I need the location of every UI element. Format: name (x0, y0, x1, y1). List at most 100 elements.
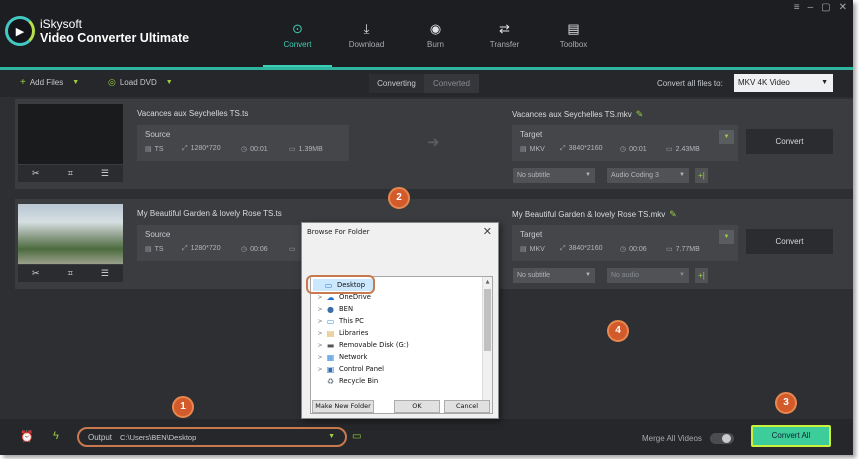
output-format-value: MKV 4K Video (738, 78, 790, 87)
target-info: Target ▤ MKV ⤢ 3840*2160 ◷ 00:01 ▭ 2.43MB ▼ (512, 125, 738, 161)
tab-label: Transfer (489, 40, 520, 49)
effects-icon[interactable]: ☰ (101, 268, 109, 279)
chevron-down-icon[interactable]: ▼ (72, 79, 79, 86)
tree-item-removable-disk[interactable]: > ▬ Removable Disk (G:) (315, 339, 408, 351)
status-toggle: Converting Converted (369, 74, 479, 93)
folder-icon: ▭ (666, 146, 673, 153)
audio-select[interactable]: Audio Coding 3 ▼ (607, 168, 689, 183)
source-title: My Beautiful Garden & lovely Rose TS.ts (137, 209, 282, 218)
video-thumbnail[interactable] (18, 204, 123, 264)
network-icon: ▦ (326, 352, 335, 362)
add-subtitle-icon[interactable]: +| (695, 168, 708, 183)
effects-icon[interactable]: ☰ (101, 168, 109, 179)
convert-all-button[interactable]: Convert All (751, 425, 831, 447)
video-thumbnail[interactable] (18, 104, 123, 164)
resolution-icon: ⤢ (182, 245, 188, 252)
user-icon: ● (327, 304, 334, 314)
folder-tree: ▭ Desktop > ☁ OneDrive > ● BEN > ▭ This … (310, 276, 493, 414)
pc-icon: ▭ (326, 316, 335, 326)
load-dvd-button[interactable]: ◎ Load DVD ▼ (108, 77, 173, 88)
alarm-clock-icon[interactable]: ⏰ (20, 430, 34, 443)
merge-all-label: Merge All Videos (642, 434, 702, 443)
trim-icon[interactable]: ✂ (32, 268, 40, 279)
tree-item-label: This PC (339, 317, 364, 325)
convert-button[interactable]: Convert (746, 129, 833, 154)
trim-icon[interactable]: ✂ (32, 168, 40, 179)
source-size: 1.39MB (298, 146, 323, 153)
tab-converted[interactable]: Converted (424, 74, 479, 93)
source-label: Source (145, 230, 171, 239)
add-files-label: Add Files (29, 78, 64, 87)
tree-item-this-pc[interactable]: > ▭ This PC (315, 315, 364, 327)
tab-burn[interactable]: ◉ Burn (401, 0, 470, 67)
target-format: MKV (529, 246, 545, 253)
crop-icon[interactable]: ⌗ (68, 268, 73, 279)
resolution-icon: ⤢ (560, 245, 566, 252)
tree-item-ben[interactable]: > ● BEN (315, 303, 353, 315)
tree-item-control-panel[interactable]: > ▣ Control Panel (315, 363, 384, 375)
chevron-down-icon[interactable]: ▼ (166, 79, 173, 86)
tab-convert[interactable]: ⊙ Convert (263, 0, 332, 67)
make-new-folder-button[interactable]: Make New Folder (312, 400, 374, 413)
expander-icon[interactable]: > (315, 354, 325, 361)
source-title: Vacances aux Seychelles TS.ts (137, 109, 249, 118)
edit-icon[interactable]: ✎ (669, 209, 677, 219)
edit-icon[interactable]: ✎ (636, 109, 644, 119)
tree-item-label: Network (339, 353, 368, 361)
tab-toolbox[interactable]: ▤ Toolbox (539, 0, 608, 67)
scroll-up-icon[interactable]: ▲ (483, 277, 492, 287)
audio-value: No audio (611, 272, 640, 279)
scrollbar-thumb[interactable] (484, 289, 491, 351)
crop-icon[interactable]: ⌗ (68, 168, 73, 179)
tree-scrollbar[interactable]: ▲ ▼ (482, 277, 492, 413)
expander-icon[interactable]: > (315, 318, 325, 325)
transfer-icon: ⇄ (499, 21, 510, 36)
open-folder-icon[interactable]: ▭ (352, 431, 361, 442)
target-resolution: 3840*2160 (568, 145, 603, 152)
ok-button[interactable]: OK (394, 400, 440, 413)
tab-download[interactable]: ⤓ Download (332, 0, 401, 67)
subtitle-select[interactable]: No subtitle ▼ (513, 268, 595, 283)
cancel-button[interactable]: Cancel (444, 400, 490, 413)
brand-name: iSkysoft (40, 17, 83, 31)
chevron-down-icon[interactable]: ▼ (328, 433, 335, 440)
audio-select[interactable]: No audio ▼ (607, 268, 689, 283)
control-panel-icon: ▣ (326, 364, 335, 374)
subtitle-select[interactable]: No subtitle ▼ (513, 168, 595, 183)
add-files-button[interactable]: + Add Files ▼ (20, 77, 79, 88)
target-settings-dropdown[interactable]: ▼ (719, 230, 734, 244)
output-format-select[interactable]: MKV 4K Video ▼ (734, 74, 833, 92)
target-settings-dropdown[interactable]: ▼ (719, 130, 734, 144)
expander-icon[interactable]: > (315, 330, 325, 337)
tree-item-recycle-bin[interactable]: ♻ Recycle Bin (315, 375, 378, 387)
lightning-icon[interactable]: ϟ (53, 430, 59, 442)
tree-item-libraries[interactable]: > ▤ Libraries (315, 327, 368, 339)
expander-icon[interactable]: > (315, 342, 325, 349)
minimize-icon[interactable]: – (808, 2, 814, 13)
desktop-highlight-ring (306, 275, 375, 294)
convert-button[interactable]: Convert (746, 229, 833, 254)
chevron-down-icon: ▼ (679, 172, 685, 178)
expander-icon[interactable]: > (315, 294, 325, 301)
disk-icon: ▬ (326, 340, 335, 350)
target-title-wrap: My Beautiful Garden & lovely Rose TS.mkv… (512, 209, 677, 220)
maximize-icon[interactable]: ▢ (821, 2, 830, 13)
tab-transfer[interactable]: ⇄ Transfer (470, 0, 539, 67)
output-path[interactable]: C:\Users\BEN\Desktop (120, 433, 196, 442)
expander-icon[interactable]: > (315, 306, 325, 313)
subtitle-value: No subtitle (517, 272, 551, 279)
target-duration: 00:01 (629, 146, 647, 153)
source-duration: 00:01 (250, 146, 268, 153)
tab-converting[interactable]: Converting (369, 74, 424, 93)
merge-toggle[interactable] (710, 433, 734, 444)
menu-icon[interactable]: ≡ (794, 2, 800, 13)
output-label: Output (88, 433, 113, 442)
close-icon[interactable]: ✕ (839, 2, 847, 13)
chevron-down-icon: ▼ (821, 79, 828, 86)
add-subtitle-icon[interactable]: +| (695, 268, 708, 283)
tree-item-network[interactable]: > ▦ Network (315, 351, 367, 363)
output-path-control[interactable]: Output C:\Users\BEN\Desktop ▼ (77, 427, 347, 447)
close-icon[interactable]: ✕ (483, 225, 492, 238)
product-name: Video Converter Ultimate (40, 31, 190, 45)
expander-icon[interactable]: > (315, 366, 325, 373)
